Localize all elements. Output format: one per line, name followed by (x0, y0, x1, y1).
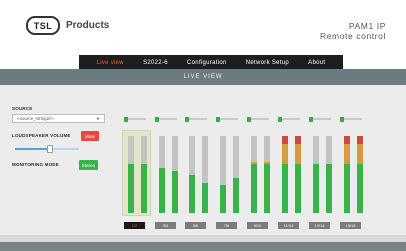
level-meter-ch12 (295, 136, 301, 213)
trim-slider-handle[interactable] (340, 116, 344, 122)
trim-slider-handle[interactable] (124, 116, 128, 122)
level-meter-ch14 (326, 136, 332, 213)
meter-green-segment (141, 163, 147, 213)
level-meter-ch4 (172, 136, 178, 213)
level-meter-ch9 (251, 136, 257, 213)
meter-green-segment (189, 174, 195, 213)
trim-slider-handle[interactable] (247, 116, 251, 122)
nav-s2022-6[interactable]: S2022-6 (143, 60, 168, 66)
meter-green-segment (313, 163, 319, 213)
meter-red-segment (344, 136, 350, 144)
channel-pair-button[interactable]: 15/16 (340, 222, 361, 229)
meter-red-segment (282, 136, 288, 144)
level-meter-ch7 (220, 136, 226, 213)
device-name: PAM1 IP (348, 21, 386, 31)
nav-about[interactable]: About (308, 60, 325, 66)
meter-amber-segment (344, 143, 350, 164)
device-title: PAM1 IP Remote control (320, 21, 386, 41)
meter-green-segment (295, 163, 301, 213)
logo-text: Products (66, 20, 110, 31)
meter-red-segment (357, 136, 363, 144)
volume-slider-fill (15, 148, 51, 150)
meter-green-segment (344, 163, 350, 213)
pair-trim-slider[interactable] (309, 116, 331, 122)
source-label: SOURCE (12, 106, 33, 111)
level-meter-ch16 (357, 136, 363, 213)
pair-trim-slider[interactable] (340, 116, 362, 122)
level-meter-ch8 (233, 136, 239, 213)
meter-green-segment (326, 163, 332, 213)
page-title: LIVE VIEW (183, 74, 223, 80)
level-meter-ch1 (128, 136, 134, 213)
logo-mark: TSL (26, 16, 60, 35)
meter-green-segment (202, 182, 208, 213)
meter-amber-segment (264, 162, 270, 164)
trim-slider-handle[interactable] (216, 116, 220, 122)
meter-green-segment (357, 163, 363, 213)
brand-logo: TSL Products (26, 16, 109, 35)
meter-green-segment (172, 171, 178, 213)
source-select[interactable]: <source_string2/> ▼ (12, 114, 105, 123)
meter-amber-segment (282, 143, 288, 164)
meter-green-segment (233, 177, 239, 213)
meter-amber-segment (295, 143, 301, 164)
nav-network-setup[interactable]: Network Setup (246, 60, 289, 66)
nav-configuration[interactable]: Configuration (187, 60, 227, 66)
channel-pair-button[interactable]: 7/8 (216, 222, 237, 229)
meter-amber-segment (251, 162, 257, 164)
channel-pair-button[interactable]: 5/6 (185, 222, 206, 229)
channel-pair-button[interactable]: 13/14 (309, 222, 330, 229)
pair-trim-slider[interactable] (155, 116, 177, 122)
meter-red-segment (295, 136, 301, 144)
channel-pair-button[interactable]: 9/10 (247, 222, 268, 229)
volume-slider[interactable] (15, 145, 79, 153)
pair-trim-slider[interactable] (216, 116, 238, 122)
trim-slider-handle[interactable] (309, 116, 313, 122)
level-meter-ch5 (189, 136, 195, 213)
meter-green-segment (159, 168, 165, 213)
mute-button[interactable]: Mute (81, 131, 99, 141)
monitoring-mode-label: MONITORING MODE (12, 162, 59, 167)
volume-slider-handle[interactable] (47, 145, 54, 153)
level-meter-ch2 (141, 136, 147, 213)
meter-green-segment (220, 185, 226, 213)
level-meter-ch3 (159, 136, 165, 213)
title-bar: LIVE VIEW (0, 69, 406, 85)
meter-green-segment (128, 163, 134, 213)
meter-green-segment (282, 163, 288, 213)
meter-green-segment (251, 163, 257, 213)
nav-live-view[interactable]: Live view (97, 60, 124, 66)
trim-slider-handle[interactable] (185, 116, 189, 122)
loudspeaker-volume-label: LOUDSPEAKER VOLUME (12, 133, 71, 138)
level-meter-ch15 (344, 136, 350, 213)
trim-slider-handle[interactable] (278, 116, 282, 122)
channel-pair-button[interactable]: 3/4 (155, 222, 176, 229)
footer-bar (0, 242, 406, 251)
level-meter-ch11 (282, 136, 288, 213)
source-select-value: <source_string2/> (17, 116, 54, 121)
meter-amber-segment (357, 143, 363, 164)
level-meter-ch6 (202, 136, 208, 213)
monitoring-mode-button[interactable]: Stereo (79, 160, 98, 170)
meter-green-segment (264, 163, 270, 213)
chevron-down-icon: ▼ (96, 116, 100, 121)
pair-trim-slider[interactable] (124, 116, 146, 122)
level-meter-ch13 (313, 136, 319, 213)
trim-slider-handle[interactable] (155, 116, 159, 122)
channel-pair-button[interactable]: 11/12 (278, 222, 299, 229)
channel-pair-button[interactable]: 1/2 (124, 222, 145, 229)
level-meter-ch10 (264, 136, 270, 213)
pair-trim-slider[interactable] (278, 116, 300, 122)
pair-trim-slider[interactable] (185, 116, 207, 122)
pair-trim-slider[interactable] (247, 116, 269, 122)
device-subtitle: Remote control (319, 31, 386, 41)
